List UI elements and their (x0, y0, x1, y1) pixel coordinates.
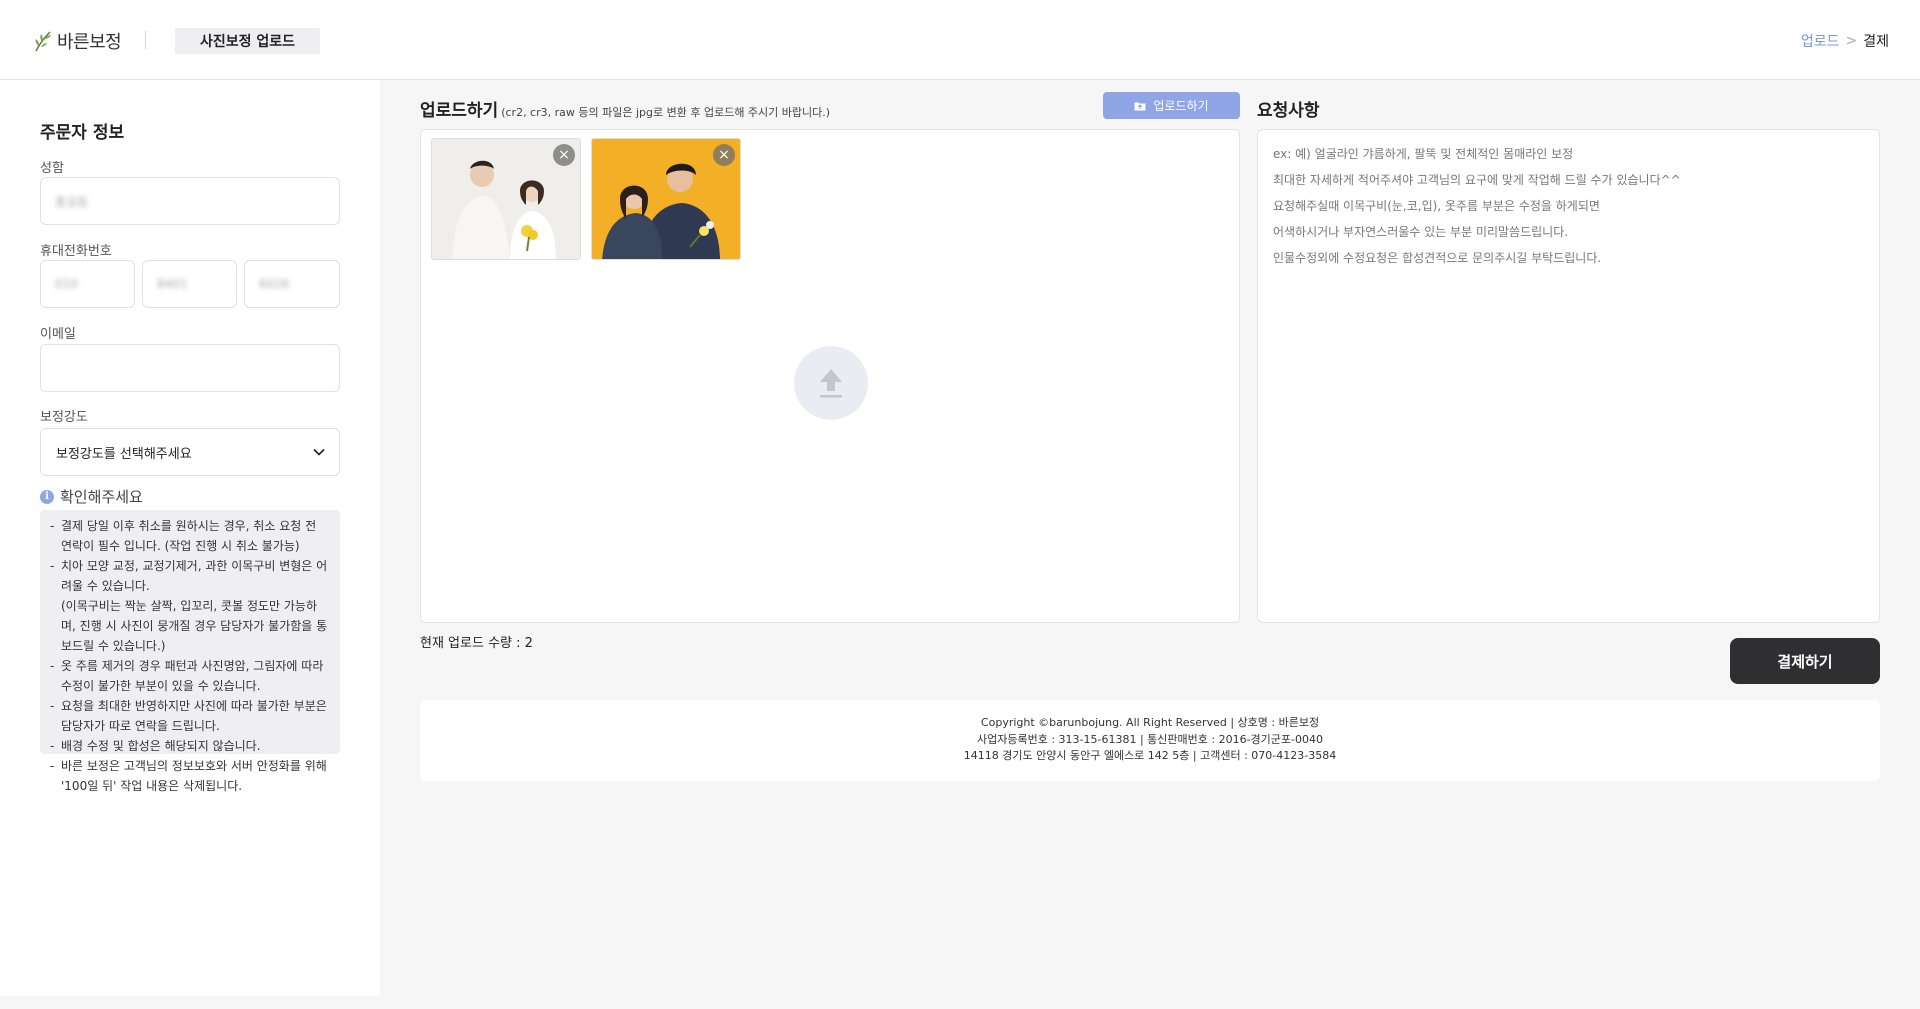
footer-business-info: 사업자등록번호 : 313-15-61381 | 통신판매번호 : 2016-경… (977, 732, 1323, 746)
notice-text: 옷 주름 제거의 경우 패턴과 사진명암, 그림자에 따라 수정이 불가한 부분… (61, 659, 324, 693)
strength-select[interactable]: 보정강도를 선택해주세요 (40, 428, 340, 476)
phone-label: 휴대전화번호 (40, 244, 112, 259)
header-divider (145, 31, 146, 49)
notice-item: -옷 주름 제거의 경우 패턴과 사진명암, 그림자에 따라 수정이 불가한 부… (50, 656, 330, 696)
pay-button[interactable]: 결제하기 (1730, 638, 1880, 684)
folder-icon (1134, 102, 1146, 110)
phone-part-1: 010 (55, 277, 78, 291)
email-label: 이메일 (40, 327, 76, 342)
leaf-logo-icon (35, 31, 51, 52)
upload-drop-target[interactable] (794, 346, 868, 420)
notice-text: 요청을 최대한 반영하지만 사진에 따라 불가한 부분은 담당자가 따로 연락을… (61, 699, 327, 733)
request-placeholder-line: 인물수정외에 수정요청은 합성견적으로 문의주시길 부탁드립니다. (1273, 251, 1602, 265)
tab-photo-upload[interactable]: 사진보정 업로드 (175, 28, 320, 54)
info-icon: i (40, 489, 54, 504)
notice-item: - 바른 보정은 고객님의 정보보호와 서버 안정화를 위해 '100일 뒤' 작… (50, 756, 330, 796)
phone-field-3[interactable]: 6026 (244, 260, 340, 308)
upload-section-title: 업로드하기 (cr2, cr3, raw 등의 파일은 jpg로 변환 후 업로드… (420, 96, 830, 121)
name-value: 홍길동 (55, 194, 89, 209)
request-placeholder-line: 최대한 자세하게 적어주셔야 고객님의 요구에 맞게 작업해 드릴 수가 있습니… (1273, 173, 1681, 187)
notice-title: 확인해주세요 (60, 488, 143, 506)
remove-photo-button[interactable]: × (553, 144, 575, 166)
orderer-info-title: 주문자 정보 (40, 123, 125, 143)
breadcrumb: 업로드 > 결제 (1801, 31, 1889, 51)
logo-text: 바른보정 (57, 32, 122, 53)
name-label: 성함 (40, 161, 64, 176)
upload-count: 현재 업로드 수량 : 2 (420, 636, 533, 651)
chevron-down-icon (313, 448, 325, 456)
notice-heading: i 확인해주세요 (40, 486, 143, 507)
footer-address: 14118 경기도 안양시 동안구 엘에스로 142 5층 | 고객센터 : 0… (963, 749, 1337, 762)
logo[interactable]: 바른보정 (33, 28, 122, 54)
request-placeholder-line: ex: 예) 얼굴라인 갸름하게, 팔뚝 및 전체적인 몸매라인 보정 (1273, 147, 1574, 161)
name-field[interactable]: 홍길동 (40, 177, 340, 225)
notice-box: - 결제 당일 이후 취소를 원하시는 경우, 취소 요청 전 연락이 필수 입니… (40, 510, 340, 793)
upload-arrow-icon (820, 369, 842, 398)
breadcrumb-upload[interactable]: 업로드 (1801, 31, 1840, 51)
breadcrumb-payment[interactable]: 결제 (1863, 31, 1889, 51)
email-field[interactable] (40, 344, 340, 392)
upload-button-label: 업로드하기 (1153, 99, 1209, 113)
notice-text: 결제 당일 이후 취소를 원하시는 경우, 취소 요청 전 연락이 필수 입니다… (61, 519, 317, 553)
notice-item: - 치아 모양 교정, 교정기제거, 과한 이목구비 변형은 어려울 수 있습니다… (50, 556, 330, 656)
header: 바른보정 사진보정 업로드 업로드 > 결제 (0, 0, 1920, 80)
upload-dropzone[interactable]: × × (420, 129, 1240, 623)
strength-label: 보정강도 (40, 410, 88, 425)
phone-part-2: 8401 (157, 277, 188, 291)
photo-thumbnail[interactable]: × (591, 138, 741, 260)
photo-thumbnail[interactable]: × (431, 138, 581, 260)
chevron-right-icon: > (1845, 33, 1858, 49)
strength-selected-value: 보정강도를 선택해주세요 (56, 446, 192, 462)
request-placeholder-line: 어색하시거나 부자연스러울수 있는 부분 미리말씀드립니다. (1273, 225, 1569, 239)
phone-part-3: 6026 (259, 277, 290, 291)
upload-subtitle: (cr2, cr3, raw 등의 파일은 jpg로 변환 후 업로드해 주시기… (501, 106, 831, 119)
remove-photo-button[interactable]: × (713, 144, 735, 166)
orderer-info-panel: 주문자 정보 성함 홍길동 휴대전화번호 010 8401 6026 이메일 보… (0, 80, 380, 996)
request-placeholder-line: 요청해주실때 이목구비(눈,코,입), 옷주름 부분은 수정을 하게되면 (1273, 199, 1600, 213)
notice-item: - 결제 당일 이후 취소를 원하시는 경우, 취소 요청 전 연락이 필수 입니… (50, 516, 330, 556)
request-title: 요청사항 (1257, 101, 1320, 121)
footer-copyright: Copyright ©barunbojung. All Right Reserv… (980, 716, 1320, 729)
phone-field-2[interactable]: 8401 (142, 260, 237, 308)
upload-title: 업로드하기 (420, 101, 499, 121)
footer: Copyright ©barunbojung. All Right Reserv… (420, 700, 1880, 781)
notice-item: - 배경 수정 및 합성은 해당되지 않습니다. (50, 736, 330, 756)
phone-field-1[interactable]: 010 (40, 260, 135, 308)
notice-text: 바른 보정은 고객님의 정보보호와 서버 안정화를 위해 '100일 뒤' 작업… (61, 759, 327, 793)
upload-button[interactable]: 업로드하기 (1103, 92, 1240, 119)
notice-text: 치아 모양 교정, 교정기제거, 과한 이목구비 변형은 어려울 수 있습니다.… (61, 559, 328, 653)
notice-text: 배경 수정 및 합성은 해당되지 않습니다. (61, 739, 261, 753)
notice-item: - 요청을 최대한 반영하지만 사진에 따라 불가한 부분은 담당자가 따로 연락… (50, 696, 330, 736)
request-textarea[interactable]: ex: 예) 얼굴라인 갸름하게, 팔뚝 및 전체적인 몸매라인 보정 최대한 … (1257, 129, 1880, 623)
